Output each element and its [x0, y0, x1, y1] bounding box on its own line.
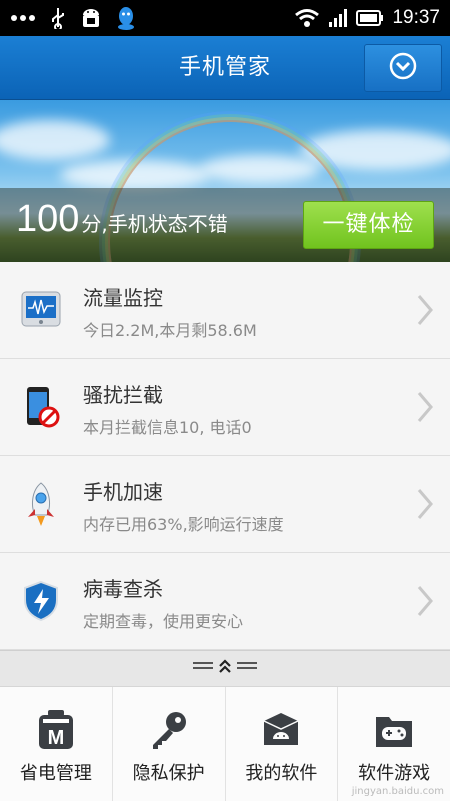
traffic-monitor-icon	[20, 287, 62, 333]
wifi-icon	[294, 8, 320, 28]
score-value: 100	[16, 198, 80, 240]
list-item-subtitle: 今日2.2M,本月剩58.6M	[83, 321, 257, 340]
list-item-virus-scan[interactable]: 病毒查杀 定期查毒，使用更安心	[0, 553, 450, 650]
battery-icon	[356, 10, 384, 26]
dock-item-label: 隐私保护	[132, 763, 205, 784]
rocket-icon	[20, 481, 62, 527]
bottom-dock: M 省电管理 隐私保护 我的软件 软件游戏 jingyan.baidu.com	[0, 686, 450, 801]
dock-item-power-saving[interactable]: M 省电管理	[0, 687, 113, 801]
signal-icon	[328, 8, 348, 28]
clock: 19:37	[392, 7, 440, 28]
svg-text:M: M	[48, 727, 65, 749]
status-bar: 19:37	[0, 0, 450, 36]
gamepad-folder-icon	[373, 709, 415, 751]
chevron-right-icon	[417, 392, 433, 422]
phone-block-icon	[20, 384, 62, 430]
watermark: jingyan.baidu.com	[351, 786, 444, 797]
list-item-traffic-monitor[interactable]: 流量监控 今日2.2M,本月剩58.6M	[0, 262, 450, 359]
dropdown-menu-button[interactable]	[364, 44, 442, 92]
grip-lines-icon	[193, 662, 213, 669]
android-debug-icon	[80, 7, 102, 29]
dock-item-software-games[interactable]: 软件游戏 jingyan.baidu.com	[338, 687, 450, 801]
one-click-check-button[interactable]: 一键体检	[303, 201, 434, 249]
dock-item-my-software[interactable]: 我的软件	[226, 687, 339, 801]
dock-item-label: 软件游戏	[358, 763, 431, 784]
list-item-phone-speedup[interactable]: 手机加速 内存已用63%,影响运行速度	[0, 456, 450, 553]
expand-drawer-handle[interactable]	[179, 652, 271, 680]
list-item-title: 流量监控	[83, 286, 163, 310]
drawer-handle-area	[0, 650, 450, 686]
dock-item-label: 我的软件	[245, 763, 318, 784]
list-item-harass-block[interactable]: 骚扰拦截 本月拦截信息10, 电话0	[0, 359, 450, 456]
more-dots-icon	[10, 14, 36, 22]
battery-m-icon: M	[35, 709, 77, 751]
dock-item-privacy[interactable]: 隐私保护	[113, 687, 226, 801]
list-item-subtitle: 本月拦截信息10, 电话0	[83, 418, 252, 437]
list-item-title: 手机加速	[83, 480, 163, 504]
score-text: 分,手机状态不错	[81, 212, 228, 236]
grip-lines-icon	[237, 662, 257, 669]
list-item-subtitle: 定期查毒，使用更安心	[83, 612, 244, 631]
android-box-icon	[260, 709, 302, 751]
key-icon	[148, 709, 190, 751]
usb-icon	[50, 7, 66, 29]
list-item-title: 骚扰拦截	[83, 383, 163, 407]
feature-list: 流量监控 今日2.2M,本月剩58.6M 骚扰拦截 本月拦截信息10, 电话0 …	[0, 262, 450, 650]
health-score: 100 分,手机状态不错	[16, 198, 228, 241]
double-chevron-up-icon	[219, 659, 231, 673]
status-banner: 100 分,手机状态不错 一键体检	[0, 100, 450, 262]
list-item-subtitle: 内存已用63%,影响运行速度	[83, 515, 284, 534]
chevron-right-icon	[417, 295, 433, 325]
app-header: 手机管家	[0, 36, 450, 100]
qq-icon	[116, 6, 136, 30]
list-item-title: 病毒查杀	[83, 577, 163, 601]
chevron-down-icon	[389, 52, 417, 84]
shield-icon	[20, 578, 62, 624]
chevron-right-icon	[417, 586, 433, 616]
chevron-right-icon	[417, 489, 433, 519]
dock-item-label: 省电管理	[19, 763, 92, 784]
